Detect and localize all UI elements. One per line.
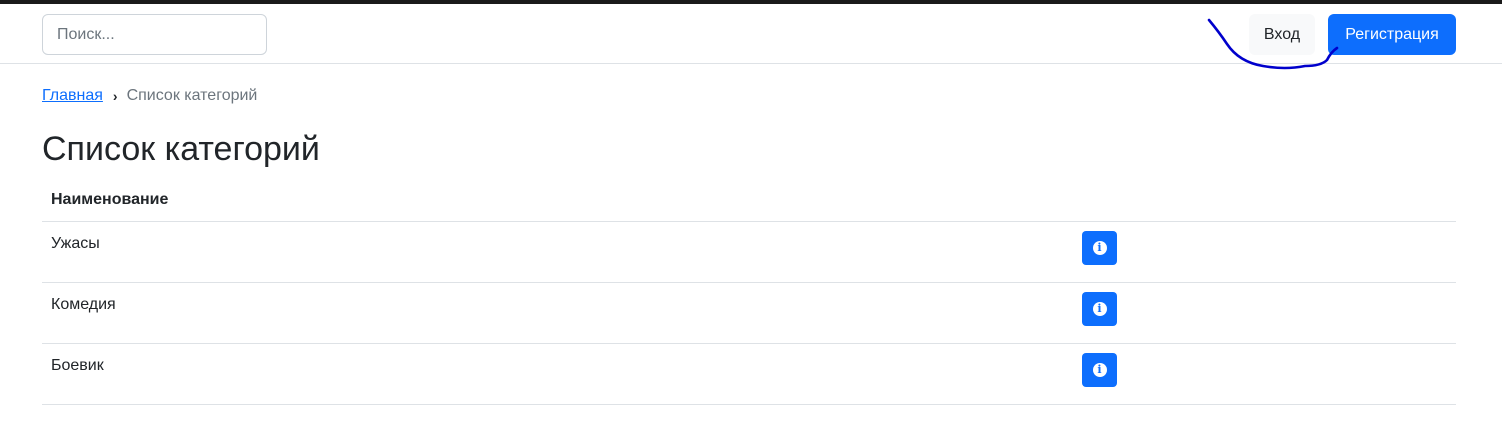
info-icon: i bbox=[1092, 241, 1107, 255]
info-icon: i bbox=[1092, 302, 1107, 316]
register-button[interactable]: Регистрация bbox=[1328, 14, 1456, 55]
actions-cell: i bbox=[1073, 282, 1456, 344]
login-button[interactable]: Вход bbox=[1249, 14, 1315, 55]
category-name: Ужасы bbox=[42, 221, 1073, 283]
table-header-row: Наименование bbox=[42, 178, 1456, 222]
info-icon: i bbox=[1092, 363, 1107, 377]
search-input[interactable] bbox=[42, 14, 267, 55]
actions-cell: i bbox=[1073, 221, 1456, 283]
categories-table: Наименование Ужасы i Комедия i Боевик i bbox=[42, 178, 1456, 405]
actions-cell: i bbox=[1073, 343, 1456, 405]
breadcrumb-current: Список категорий bbox=[126, 87, 258, 104]
category-name: Боевик bbox=[42, 343, 1073, 405]
table-row: Комедия i bbox=[42, 282, 1456, 344]
breadcrumb-separator-icon: › bbox=[112, 88, 118, 104]
column-header-actions bbox=[1073, 178, 1456, 222]
breadcrumb: Главная › Список категорий bbox=[42, 86, 257, 106]
breadcrumb-home-link[interactable]: Главная bbox=[42, 86, 103, 106]
info-button[interactable]: i bbox=[1082, 292, 1117, 326]
page-title: Список категорий bbox=[42, 130, 320, 168]
info-button[interactable]: i bbox=[1082, 353, 1117, 387]
table-row: Боевик i bbox=[42, 343, 1456, 405]
table-row: Ужасы i bbox=[42, 221, 1456, 283]
column-header-name: Наименование bbox=[42, 178, 1073, 222]
category-name: Комедия bbox=[42, 282, 1073, 344]
info-button[interactable]: i bbox=[1082, 231, 1117, 265]
navbar: Вход Регистрация bbox=[0, 4, 1502, 64]
